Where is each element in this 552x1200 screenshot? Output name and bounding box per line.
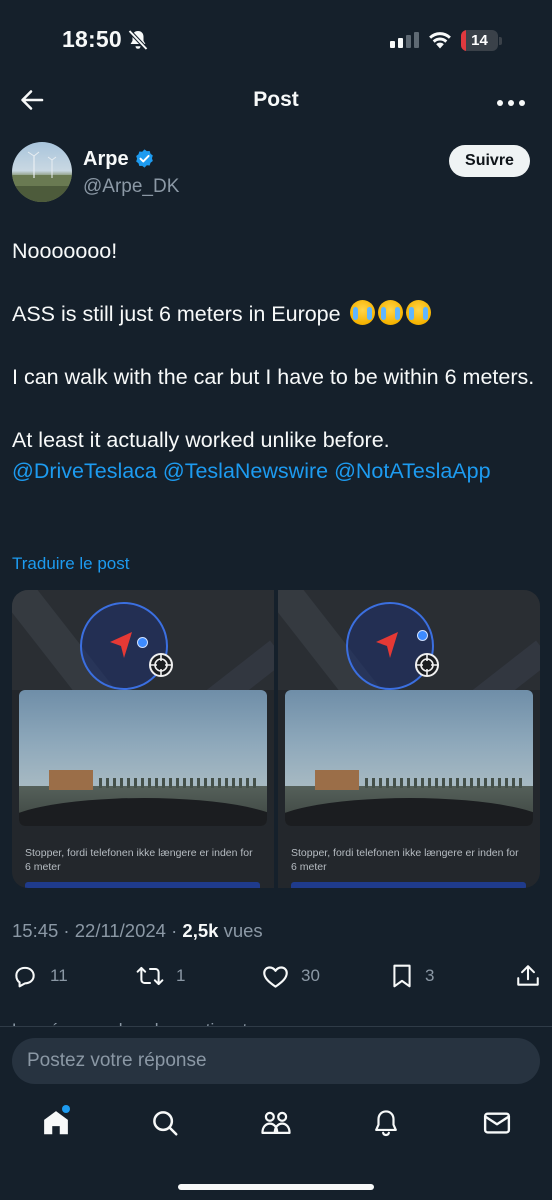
status-bar: 18:50 14 bbox=[0, 0, 552, 80]
reply-input[interactable] bbox=[12, 1038, 540, 1084]
action-bar: 11 1 30 3 bbox=[0, 958, 552, 994]
share-button[interactable] bbox=[515, 958, 541, 994]
repost-count: 1 bbox=[176, 966, 186, 985]
notifications-icon[interactable] bbox=[372, 1108, 400, 1143]
new-content-badge bbox=[62, 1105, 70, 1113]
like-button[interactable]: 30 bbox=[262, 958, 320, 994]
repost-button[interactable]: 1 bbox=[136, 958, 185, 994]
wifi-icon bbox=[426, 28, 454, 55]
phone-location-icon bbox=[137, 637, 148, 648]
battery-icon: 14 bbox=[461, 30, 498, 51]
tweet-line-3: I can walk with the car but I have to be… bbox=[12, 365, 535, 389]
post-date: 22/11/2024 bbox=[74, 920, 166, 941]
verified-badge-icon bbox=[134, 148, 155, 174]
reply-button[interactable]: 11 bbox=[12, 958, 68, 994]
search-icon[interactable] bbox=[150, 1108, 180, 1143]
bookmark-count: 3 bbox=[425, 966, 435, 985]
author-name[interactable]: Arpe bbox=[83, 148, 129, 171]
camera-view bbox=[19, 690, 267, 826]
status-time: 18:50 bbox=[62, 26, 122, 52]
car-arrow-icon bbox=[376, 632, 398, 658]
nav-header: Post bbox=[0, 76, 552, 122]
signal-icon bbox=[390, 32, 419, 48]
heart-icon bbox=[263, 965, 288, 988]
battery-cap bbox=[499, 37, 502, 45]
messages-icon[interactable] bbox=[482, 1108, 512, 1143]
media-image[interactable]: Stopper, fordi telefonen ikke længere er… bbox=[278, 590, 540, 888]
tweet-line-4: At least it actually worked unlike befor… bbox=[12, 425, 540, 487]
like-count: 30 bbox=[301, 966, 320, 985]
tweet-line-1: Nooooooo! bbox=[12, 239, 118, 263]
repost-icon bbox=[136, 966, 164, 986]
author-handle[interactable]: @Arpe_DK bbox=[83, 176, 179, 198]
post-timestamp: 15:45 · 22/11/2024 · 2,5k vues bbox=[12, 920, 263, 941]
tweet-line-2-text: ASS is still just 6 meters in Europe bbox=[12, 302, 341, 326]
tweet-line-2: ASS is still just 6 meters in Europe bbox=[12, 299, 540, 330]
media-grid: Stopper, fordi telefonen ikke længere er… bbox=[12, 590, 540, 888]
reply-count: 11 bbox=[50, 966, 68, 985]
home-icon[interactable] bbox=[41, 1108, 71, 1143]
share-icon bbox=[517, 965, 539, 986]
crosshair-icon bbox=[415, 653, 439, 677]
follow-button[interactable]: Suivre bbox=[449, 145, 530, 177]
crying-emoji-icon bbox=[349, 300, 375, 325]
post-time: 15:45 bbox=[12, 920, 59, 941]
crosshair-icon bbox=[149, 653, 173, 677]
mention-link[interactable]: @NotATeslaApp bbox=[334, 459, 490, 483]
media-caption: Stopper, fordi telefonen ikke længere er… bbox=[291, 847, 519, 873]
camera-view bbox=[285, 690, 533, 826]
crying-emoji-icon bbox=[405, 300, 431, 325]
car-arrow-icon bbox=[110, 632, 132, 658]
view-count[interactable]: 2,5k bbox=[182, 920, 218, 941]
home-indicator bbox=[178, 1184, 374, 1190]
bottom-tab-bar bbox=[0, 1100, 552, 1150]
tweet-text: Nooooooo! ASS is still just 6 meters in … bbox=[12, 236, 540, 487]
mention-link[interactable]: @DriveTeslaca bbox=[12, 459, 157, 483]
battery-level: 14 bbox=[471, 32, 488, 49]
more-horizontal-icon[interactable] bbox=[496, 94, 526, 112]
media-image[interactable]: Stopper, fordi telefonen ikke længere er… bbox=[12, 590, 274, 888]
bookmark-button[interactable]: 3 bbox=[391, 958, 434, 994]
translate-post-link[interactable]: Traduire le post bbox=[12, 554, 129, 574]
page-title: Post bbox=[253, 88, 299, 111]
bell-off-icon bbox=[126, 28, 150, 57]
bookmark-icon bbox=[393, 964, 411, 988]
author-row: Arpe @Arpe_DK Suivre bbox=[12, 142, 540, 206]
views-label: vues bbox=[223, 920, 263, 941]
crying-emoji-icon bbox=[377, 300, 403, 325]
mention-link[interactable]: @TeslaNewswire bbox=[163, 459, 328, 483]
avatar[interactable] bbox=[12, 142, 72, 202]
media-caption: Stopper, fordi telefonen ikke længere er… bbox=[25, 847, 253, 873]
phone-location-icon bbox=[417, 630, 428, 641]
tweet-line-4-text: At least it actually worked unlike befor… bbox=[12, 428, 390, 452]
reply-icon bbox=[15, 966, 35, 988]
communities-icon[interactable] bbox=[260, 1108, 292, 1143]
